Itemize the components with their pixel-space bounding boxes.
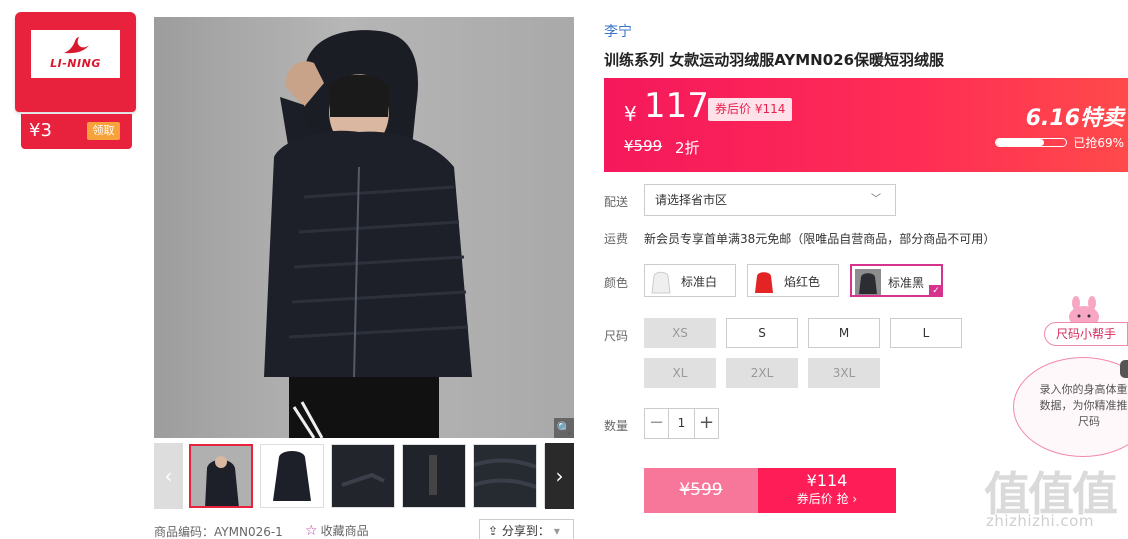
white-jacket-swatch	[648, 268, 674, 294]
checkmark-icon: ✓	[929, 285, 943, 297]
thumbnail[interactable]	[402, 444, 466, 508]
shipping-text: 新会员专享首单满38元免邮（限唯品自营商品，部分商品不可用）	[644, 232, 996, 246]
buy-action-label: 券后价 抢 ›	[796, 492, 858, 506]
quantity-label: 数量	[604, 419, 629, 433]
quantity-input[interactable]: 1	[669, 409, 694, 438]
size-option-3xl[interactable]: 3XL	[808, 358, 880, 388]
jacket-photo	[264, 30, 472, 438]
logo-text: LI-NING	[50, 57, 101, 70]
caret-down-icon: ▾	[553, 524, 560, 538]
size-option-m[interactable]: M	[808, 318, 880, 348]
shipping-label: 运费	[604, 232, 629, 246]
currency-symbol: ¥	[624, 102, 637, 126]
thumbnail[interactable]	[331, 444, 395, 508]
favorite-label: 收藏商品	[320, 524, 369, 538]
share-icon: ⇪	[488, 524, 502, 538]
favorite-button[interactable]: ☆ 收藏商品	[305, 522, 369, 539]
color-name: 标准黑	[888, 276, 925, 290]
buy-button[interactable]: ¥599 ¥114 券后价 抢 ›	[644, 468, 896, 513]
discount-badge: 2折	[675, 139, 700, 157]
product-title: 训练系列 女款运动羽绒服AYMN026保暖短羽绒服	[604, 51, 945, 69]
swoosh-icon	[64, 37, 89, 54]
size-option-xl[interactable]: XL	[644, 358, 716, 388]
buy-now-button[interactable]: ¥114 券后价 抢 ›	[758, 468, 896, 513]
size-label: 尺码	[604, 329, 629, 343]
sold-progress-bar	[995, 138, 1067, 147]
watermark-url: zhizhizhi.com	[986, 512, 1094, 530]
magnifier-icon[interactable]: 🔍	[554, 418, 574, 438]
size-helper-bubble: 录入你的身高体重等数据，为你精准推荐尺码	[1013, 357, 1128, 457]
buy-original-price: ¥599	[644, 468, 758, 513]
color-label: 颜色	[604, 276, 629, 290]
region-placeholder: 请选择省市区	[655, 193, 728, 207]
star-icon: ☆	[305, 523, 318, 539]
quantity-decrement-button[interactable]: −	[645, 409, 669, 438]
chevron-down-icon: ﹀	[871, 194, 881, 205]
buy-price: ¥114	[806, 471, 848, 490]
brand-link[interactable]: 李宁	[604, 21, 632, 41]
current-price: 117	[644, 86, 709, 126]
size-option-l[interactable]: L	[890, 318, 962, 348]
sold-progress-fill	[996, 139, 1045, 146]
thumbnail[interactable]	[189, 444, 253, 508]
original-price: ¥599	[624, 137, 663, 155]
size-option-s[interactable]: S	[726, 318, 798, 348]
color-option-white[interactable]: 标准白	[644, 264, 736, 297]
chevron-left-icon[interactable]: ‹	[154, 443, 183, 509]
brand-badge[interactable]: LI-NING	[15, 12, 136, 112]
size-option-2xl[interactable]: 2XL	[726, 358, 798, 388]
black-jacket-swatch	[855, 269, 881, 295]
thumbnail[interactable]	[260, 444, 324, 508]
coupon-amount: ¥3	[29, 120, 52, 141]
price-panel: ¥ 117 券后价 ¥114 ¥599 2折 6.16特卖 已抢69%	[604, 78, 1128, 172]
main-product-image[interactable]: 🔍	[154, 17, 574, 438]
red-jacket-swatch	[751, 268, 777, 294]
li-ning-logo: LI-NING	[31, 30, 120, 78]
share-dropdown[interactable]: ⇪ 分享到： ▾	[479, 519, 574, 539]
quantity-stepper: − 1 +	[644, 408, 719, 439]
color-option-red[interactable]: 焰红色	[747, 264, 839, 297]
color-option-black[interactable]: 标准黑 ✓	[850, 264, 943, 297]
promo-logo: 6.16特卖	[1025, 106, 1124, 131]
delivery-label: 配送	[604, 195, 629, 209]
after-coupon-price: 券后价 ¥114	[708, 98, 793, 121]
helper-toggle[interactable]	[1120, 360, 1128, 378]
region-select[interactable]: 请选择省市区 ﹀	[644, 184, 896, 216]
color-name: 标准白	[681, 275, 718, 289]
quantity-increment-button[interactable]: +	[694, 409, 718, 438]
share-label: 分享到：	[501, 524, 550, 538]
sold-percent: 已抢69%	[1073, 136, 1124, 150]
coupon-tab[interactable]: ¥3 领取	[21, 114, 132, 149]
size-option-xs[interactable]: XS	[644, 318, 716, 348]
product-code: 商品编码：AYMN026-1	[154, 525, 283, 539]
thumbnail[interactable]	[473, 444, 537, 508]
chevron-right-icon[interactable]: ›	[545, 443, 574, 509]
color-name: 焰红色	[784, 275, 821, 289]
size-helper-button[interactable]: 尺码小帮手	[1044, 322, 1128, 346]
claim-coupon-button[interactable]: 领取	[87, 122, 120, 140]
